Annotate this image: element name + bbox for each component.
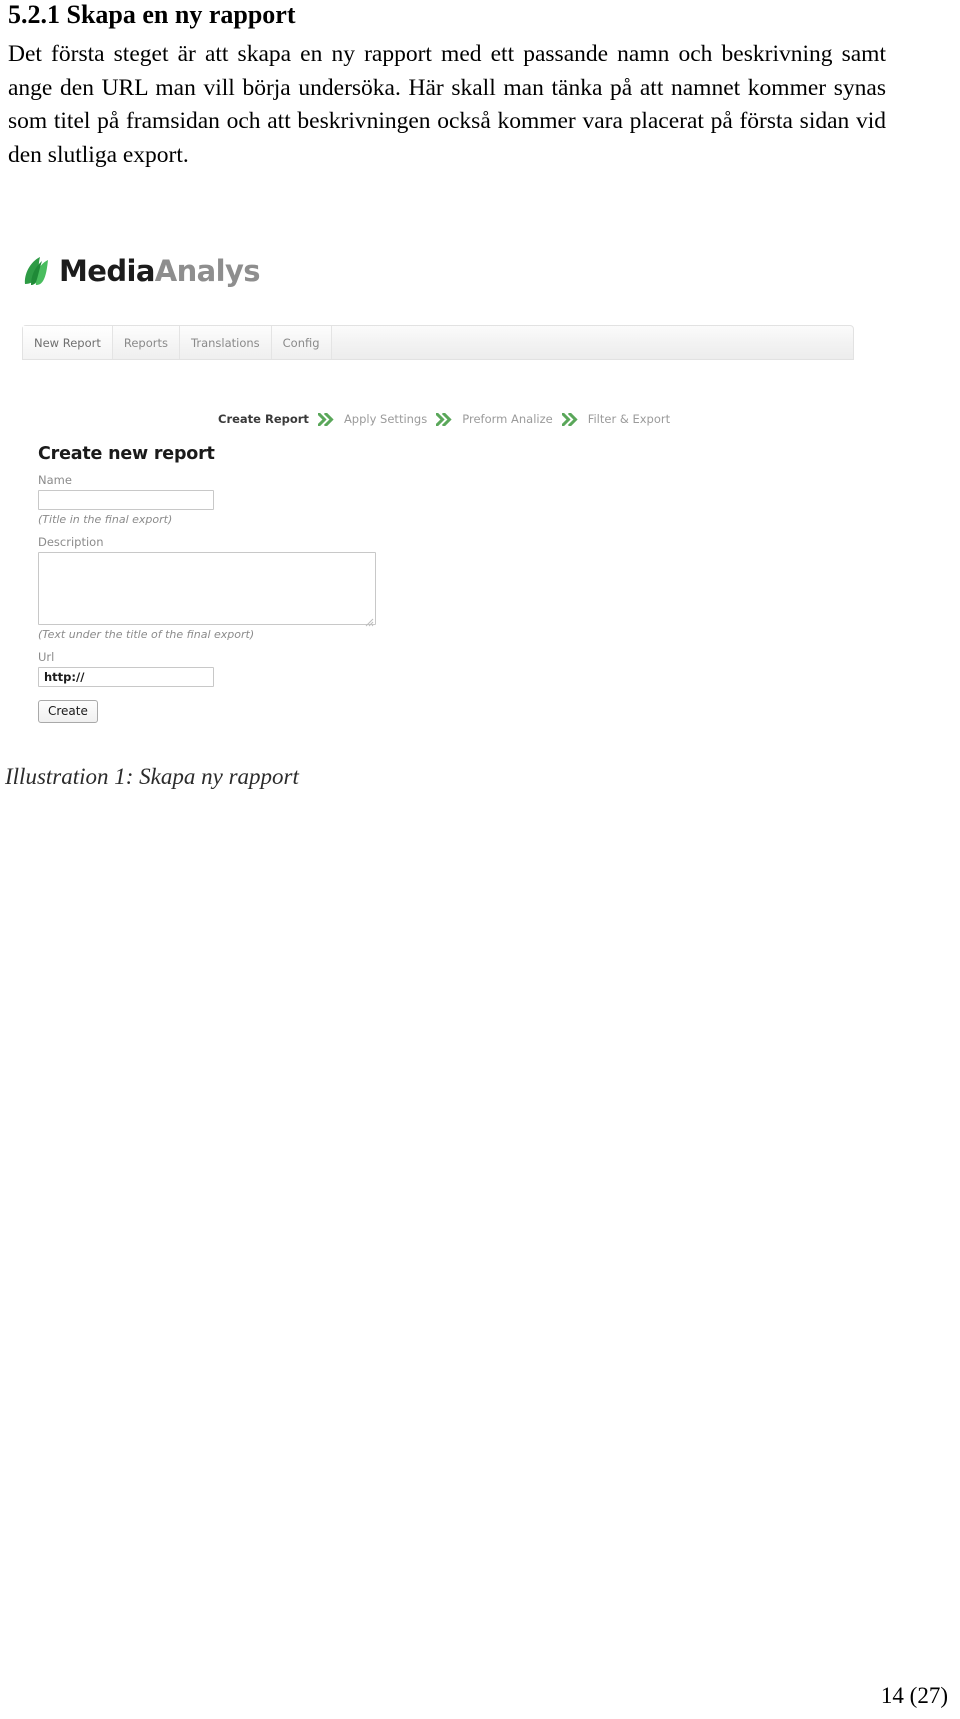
url-input[interactable] [38,667,214,687]
logo-text-secondary: Analys [154,254,261,288]
page-number: 14 (27) [880,1683,948,1708]
chevron-right-icon [436,412,453,426]
logo-text-primary: Media [59,254,155,288]
step-filter-export[interactable]: Filter & Export [588,412,670,426]
description-textarea[interactable] [38,552,376,627]
chevron-right-icon [317,412,335,426]
tab-config[interactable]: Config [271,326,332,359]
workflow-breadcrumb: Create Report Apply Settings Preform Ana… [218,410,670,428]
main-navigation-tabs: New Report Reports Translations Config [22,325,854,360]
url-label: Url [38,650,55,664]
tab-reports[interactable]: Reports [112,326,180,359]
tab-translations-label: Translations [191,335,260,350]
create-button[interactable]: Create [38,700,98,723]
page-title: 5.2.1 Skapa en ny rapport [8,0,296,29]
form-title: Create new report [38,444,215,464]
leaf-icon [22,254,52,288]
tab-translations[interactable]: Translations [180,326,272,359]
logo-text: MediaAnalys [59,254,261,288]
tab-new-report-label: New Report [34,335,101,350]
name-hint: (Title in the final export) [38,513,173,526]
tab-new-report[interactable]: New Report [23,326,113,359]
application-screenshot: MediaAnalys New Report Reports Translati… [8,232,868,752]
step-preform-analize[interactable]: Preform Analize [462,412,552,426]
step-create-report[interactable]: Create Report [218,412,309,426]
figure-caption: Illustration 1: Skapa ny rapport [5,764,299,789]
resize-grip-icon[interactable] [365,614,374,627]
description-hint: (Text under the title of the final expor… [38,628,255,641]
body-paragraph: Det första steget är att skapa en ny rap… [8,41,886,168]
step-apply-settings[interactable]: Apply Settings [344,412,427,426]
create-report-form: Create new report Name (Title in the fin… [38,444,438,723]
name-input[interactable] [38,490,214,510]
app-logo: MediaAnalys [22,249,261,293]
chevron-right-icon [561,412,579,426]
tab-config-label: Config [282,335,320,350]
tab-reports-label: Reports [123,335,168,350]
name-label: Name [38,473,72,487]
description-label: Description [38,535,104,549]
